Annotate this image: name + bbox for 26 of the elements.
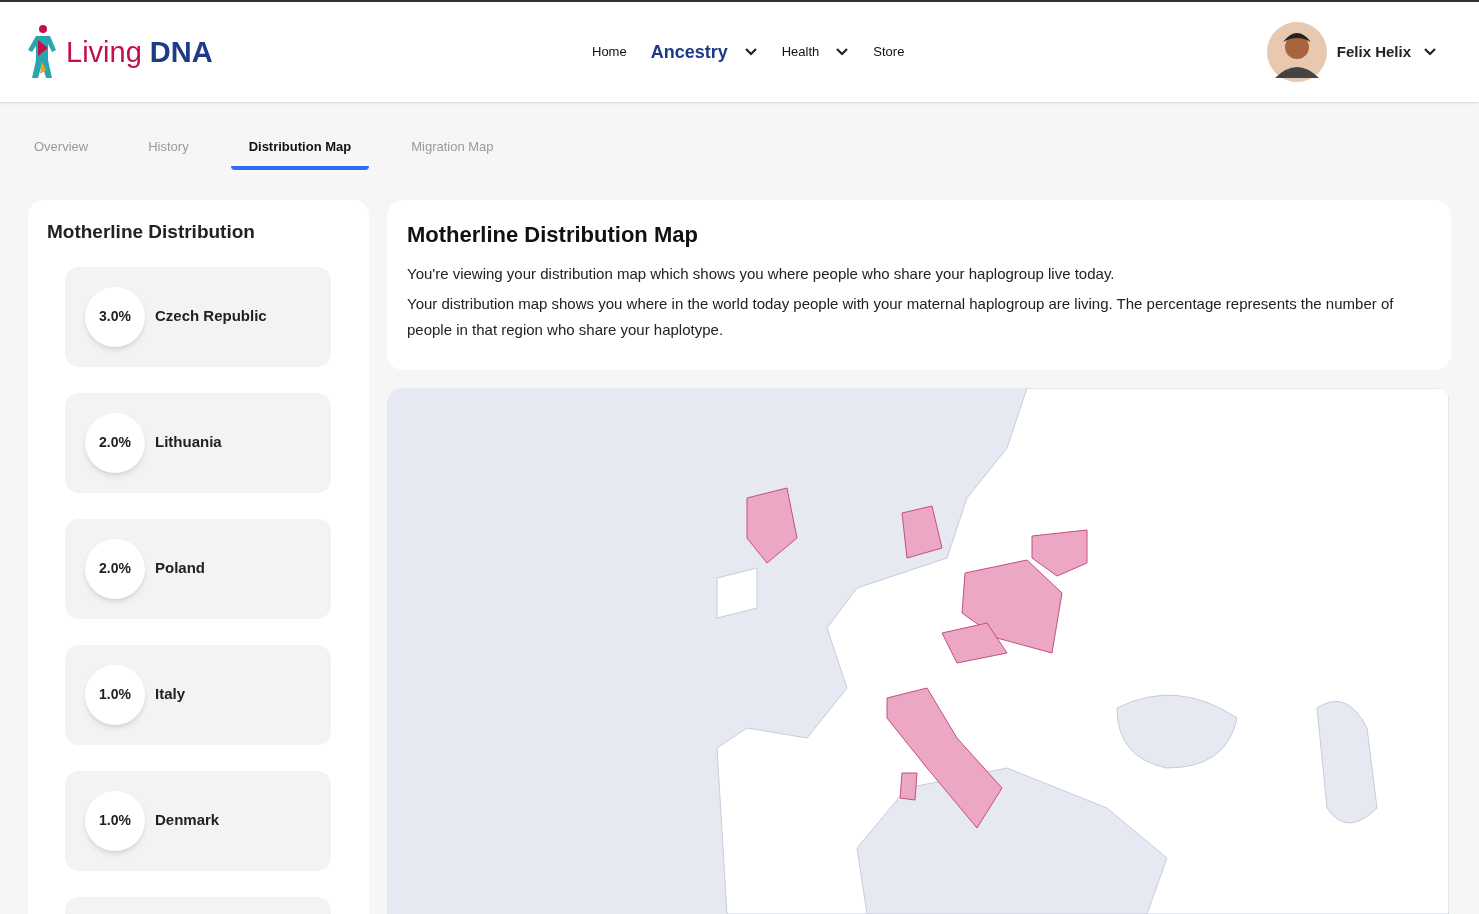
percent-badge: 2.0% xyxy=(85,538,145,599)
logo-text: Living xyxy=(66,37,142,67)
nav-link[interactable]: Home xyxy=(592,42,627,62)
info-paragraph: Your distribution map shows you where in the world today people with your maternal haplogroup are living. The percentage represents the number of people in that region who share your haplotype. xyxy=(407,294,1395,340)
logo-text: DNA xyxy=(149,37,213,67)
info-title: Motherline Distribution Map xyxy=(407,221,699,249)
percent-badge: 3.0% xyxy=(85,286,145,347)
chevron-down-icon[interactable] xyxy=(835,47,850,57)
region-name: Denmark xyxy=(155,810,220,831)
region-name: Czech Republic xyxy=(155,306,267,327)
avatar-icon[interactable] xyxy=(1266,22,1327,82)
info-paragraph: You're viewing your distribution map which shows you where people who share your haplogroup live today. xyxy=(407,264,1116,284)
region-name: Lithuania xyxy=(155,432,222,453)
percent-badge: 1.0% xyxy=(85,790,145,851)
region-name: Poland xyxy=(155,558,205,579)
chevron-down-icon[interactable] xyxy=(743,47,758,57)
nav-link[interactable]: Ancestry xyxy=(650,38,728,66)
sidebar-title: Motherline Distribution xyxy=(47,220,256,244)
nav-link[interactable]: Health xyxy=(781,42,820,62)
chevron-down-icon[interactable] xyxy=(1423,47,1437,57)
tab[interactable]: Distribution Map xyxy=(230,136,370,170)
percent-badge: 1.0% xyxy=(85,664,145,725)
user-name[interactable]: Felix Helix xyxy=(1336,40,1411,64)
percent-badge: 2.0% xyxy=(85,412,145,473)
region-name: Italy xyxy=(155,684,185,705)
nav-link[interactable]: Store xyxy=(873,42,905,62)
